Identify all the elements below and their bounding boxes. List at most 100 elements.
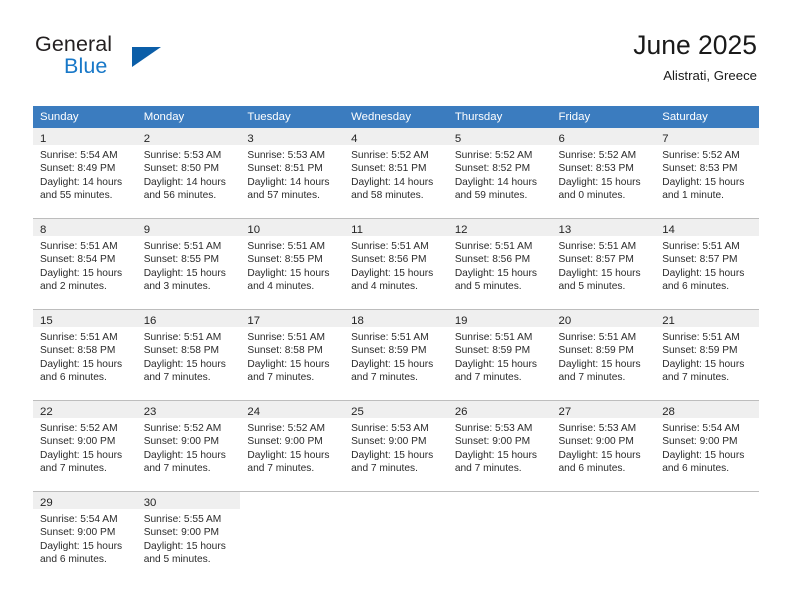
day-cell-content[interactable]: 13 Sunrise: 5:51 AM Sunset: 8:57 PM Dayligh…	[551, 219, 656, 309]
daylight-text: Daylight: 15 hours and 7 minutes.	[351, 358, 434, 384]
day-number-bar: 26	[447, 401, 552, 418]
calendar-day-cell: 21 Sunrise: 5:51 AM Sunset: 8:59 PM Dayligh…	[655, 309, 759, 401]
calendar-day-cell: 7 Sunrise: 5:52 AM Sunset: 8:53 PM Daylight…	[655, 128, 759, 219]
day-sun-info: Sunrise: 5:52 AM Sunset: 9:00 PM Daylight:…	[137, 418, 241, 476]
calendar-day-cell-empty	[655, 491, 759, 582]
day-cell-content[interactable]: 25 Sunrise: 5:53 AM Sunset: 9:00 PM Dayligh…	[344, 401, 448, 491]
daylight-text: Daylight: 14 hours and 57 minutes.	[247, 176, 330, 202]
sunrise-text: Sunrise: 5:51 AM	[40, 241, 118, 252]
day-cell-content[interactable]: 12 Sunrise: 5:51 AM Sunset: 8:56 PM Dayligh…	[447, 219, 552, 309]
day-cell-content[interactable]: 24 Sunrise: 5:52 AM Sunset: 9:00 PM Dayligh…	[240, 401, 345, 491]
day-number-bar: 28	[655, 401, 759, 418]
day-cell-content[interactable]: 17 Sunrise: 5:51 AM Sunset: 8:58 PM Dayligh…	[240, 310, 345, 400]
daylight-text: Daylight: 15 hours and 4 minutes.	[351, 267, 434, 293]
sunrise-text: Sunrise: 5:52 AM	[143, 423, 222, 434]
sunset-text: Sunset: 8:58 PM	[247, 345, 323, 357]
day-cell-content[interactable]: 23 Sunrise: 5:52 AM Sunset: 9:00 PM Dayligh…	[136, 401, 241, 491]
sunrise-text: Sunrise: 5:51 AM	[247, 332, 325, 343]
sunrise-text: Sunrise: 5:53 AM	[454, 423, 533, 434]
sunrise-text: Sunrise: 5:51 AM	[662, 241, 740, 252]
sunset-text: Sunset: 8:55 PM	[247, 254, 323, 266]
day-number: 21	[662, 315, 675, 327]
day-cell-content[interactable]: 18 Sunrise: 5:51 AM Sunset: 8:59 PM Dayligh…	[344, 310, 448, 400]
calendar-day-cell: 2 Sunrise: 5:53 AM Sunset: 8:50 PM Daylight…	[136, 128, 241, 219]
day-number-bar: 21	[655, 310, 759, 327]
sunset-text: Sunset: 8:50 PM	[143, 163, 220, 175]
day-sun-info: Sunrise: 5:51 AM Sunset: 8:59 PM Daylight:…	[448, 327, 552, 385]
daylight-text: Daylight: 15 hours and 6 minutes.	[40, 540, 123, 566]
day-sun-info: Sunrise: 5:51 AM Sunset: 8:58 PM Daylight:…	[240, 327, 344, 385]
day-sun-info: Sunrise: 5:52 AM Sunset: 8:53 PM Daylight:…	[655, 145, 759, 203]
day-number-bar: 19	[447, 310, 552, 327]
day-number-bar: 24	[240, 401, 345, 418]
sunset-text: Sunset: 8:57 PM	[662, 254, 738, 266]
daylight-text: Daylight: 15 hours and 6 minutes.	[40, 358, 123, 384]
day-cell-content[interactable]: 19 Sunrise: 5:51 AM Sunset: 8:59 PM Dayligh…	[447, 310, 552, 400]
day-sun-info: Sunrise: 5:52 AM Sunset: 8:51 PM Daylight:…	[344, 145, 448, 203]
day-sun-info: Sunrise: 5:53 AM Sunset: 8:51 PM Daylight:…	[240, 145, 344, 203]
weekday-header-saturday: Saturday	[655, 106, 759, 128]
sunrise-text: Sunrise: 5:51 AM	[351, 241, 429, 252]
daylight-text: Daylight: 14 hours and 55 minutes.	[40, 176, 123, 202]
day-cell-content[interactable]: 10 Sunrise: 5:51 AM Sunset: 8:55 PM Dayligh…	[240, 219, 345, 309]
daylight-text: Daylight: 15 hours and 7 minutes.	[454, 358, 537, 384]
calendar-week-row: 22 Sunrise: 5:52 AM Sunset: 9:00 PM Dayligh…	[33, 400, 759, 492]
weekday-header-wednesday: Wednesday	[344, 106, 448, 128]
sunrise-text: Sunrise: 5:51 AM	[662, 332, 740, 343]
daylight-text: Daylight: 15 hours and 7 minutes.	[143, 358, 226, 384]
day-cell-content[interactable]: 2 Sunrise: 5:53 AM Sunset: 8:50 PM Daylight…	[136, 128, 241, 218]
general-blue-logo: General Blue	[33, 32, 273, 94]
sunrise-text: Sunrise: 5:52 AM	[558, 150, 637, 161]
calendar-body: 1 Sunrise: 5:54 AM Sunset: 8:49 PM Daylight…	[33, 128, 759, 582]
day-cell-content[interactable]: 27 Sunrise: 5:53 AM Sunset: 9:00 PM Dayligh…	[551, 401, 656, 491]
day-sun-info: Sunrise: 5:53 AM Sunset: 9:00 PM Daylight:…	[552, 418, 656, 476]
day-cell-content[interactable]: 8 Sunrise: 5:51 AM Sunset: 8:54 PM Daylight…	[33, 219, 137, 309]
daylight-text: Daylight: 15 hours and 7 minutes.	[454, 449, 537, 475]
day-cell-content[interactable]: 28 Sunrise: 5:54 AM Sunset: 9:00 PM Dayligh…	[655, 401, 759, 491]
day-number-bar: 11	[344, 219, 448, 236]
day-number-bar: 18	[344, 310, 448, 327]
sunrise-text: Sunrise: 5:51 AM	[351, 332, 429, 343]
calendar-day-cell: 5 Sunrise: 5:52 AM Sunset: 8:52 PM Daylight…	[447, 128, 552, 219]
day-number: 10	[247, 224, 261, 236]
day-cell-content[interactable]: 29 Sunrise: 5:54 AM Sunset: 9:00 PM Dayligh…	[33, 492, 137, 582]
day-cell-content[interactable]: 21 Sunrise: 5:51 AM Sunset: 8:59 PM Dayligh…	[655, 310, 759, 400]
day-sun-info: Sunrise: 5:51 AM Sunset: 8:57 PM Daylight:…	[552, 236, 656, 294]
sunrise-text: Sunrise: 5:52 AM	[247, 423, 325, 434]
day-number-bar: 23	[136, 401, 241, 418]
daylight-text: Daylight: 14 hours and 59 minutes.	[454, 176, 537, 202]
day-sun-info: Sunrise: 5:52 AM Sunset: 8:53 PM Daylight:…	[552, 145, 656, 203]
day-number: 14	[662, 224, 675, 236]
sunset-text: Sunset: 8:59 PM	[558, 345, 634, 357]
sunrise-text: Sunrise: 5:54 AM	[662, 423, 740, 434]
day-cell-content[interactable]: 15 Sunrise: 5:51 AM Sunset: 8:58 PM Dayligh…	[33, 310, 137, 400]
calendar-day-cell: 20 Sunrise: 5:51 AM Sunset: 8:59 PM Dayligh…	[551, 309, 656, 401]
day-cell-content[interactable]: 5 Sunrise: 5:52 AM Sunset: 8:52 PM Daylight…	[447, 128, 552, 218]
day-cell-content[interactable]: 6 Sunrise: 5:52 AM Sunset: 8:53 PM Daylight…	[551, 128, 656, 218]
daylight-text: Daylight: 15 hours and 7 minutes.	[247, 358, 330, 384]
day-sun-info: Sunrise: 5:51 AM Sunset: 8:57 PM Daylight:…	[655, 236, 759, 294]
day-cell-content[interactable]: 30 Sunrise: 5:55 AM Sunset: 9:00 PM Dayligh…	[136, 492, 241, 582]
day-number-bar: 1	[33, 128, 137, 145]
calendar-day-cell: 15 Sunrise: 5:51 AM Sunset: 8:58 PM Dayligh…	[33, 309, 137, 401]
day-cell-content[interactable]: 7 Sunrise: 5:52 AM Sunset: 8:53 PM Daylight…	[655, 128, 759, 218]
day-cell-content[interactable]: 4 Sunrise: 5:52 AM Sunset: 8:51 PM Daylight…	[344, 128, 448, 218]
day-sun-info: Sunrise: 5:53 AM Sunset: 9:00 PM Daylight:…	[448, 418, 552, 476]
day-cell-content[interactable]: 22 Sunrise: 5:52 AM Sunset: 9:00 PM Dayligh…	[33, 401, 137, 491]
day-cell-content[interactable]: 20 Sunrise: 5:51 AM Sunset: 8:59 PM Dayligh…	[551, 310, 656, 400]
day-number: 9	[143, 224, 151, 236]
day-cell-content[interactable]: 26 Sunrise: 5:53 AM Sunset: 9:00 PM Dayligh…	[447, 401, 552, 491]
day-cell-content[interactable]: 11 Sunrise: 5:51 AM Sunset: 8:56 PM Dayligh…	[344, 219, 448, 309]
sunset-text: Sunset: 8:56 PM	[351, 254, 427, 266]
day-cell-content[interactable]: 9 Sunrise: 5:51 AM Sunset: 8:55 PM Daylight…	[136, 219, 241, 309]
day-cell-content[interactable]: 16 Sunrise: 5:51 AM Sunset: 8:58 PM Dayligh…	[136, 310, 241, 400]
day-cell-content[interactable]: 14 Sunrise: 5:51 AM Sunset: 8:57 PM Dayligh…	[655, 219, 759, 309]
sunset-text: Sunset: 8:58 PM	[40, 345, 116, 357]
weekday-header-row: Sunday Monday Tuesday Wednesday Thursday Frid…	[33, 106, 759, 128]
calendar-day-cell: 17 Sunrise: 5:51 AM Sunset: 8:58 PM Dayligh…	[240, 309, 345, 401]
day-cell-content[interactable]: 1 Sunrise: 5:54 AM Sunset: 8:49 PM Daylight…	[33, 128, 137, 218]
sunset-text: Sunset: 8:53 PM	[662, 163, 738, 175]
day-sun-info: Sunrise: 5:51 AM Sunset: 8:58 PM Daylight:…	[137, 327, 241, 385]
calendar-header-row: Sunday Monday Tuesday Wednesday Thursday Frid…	[33, 106, 759, 128]
day-cell-content[interactable]: 3 Sunrise: 5:53 AM Sunset: 8:51 PM Daylight…	[240, 128, 345, 218]
